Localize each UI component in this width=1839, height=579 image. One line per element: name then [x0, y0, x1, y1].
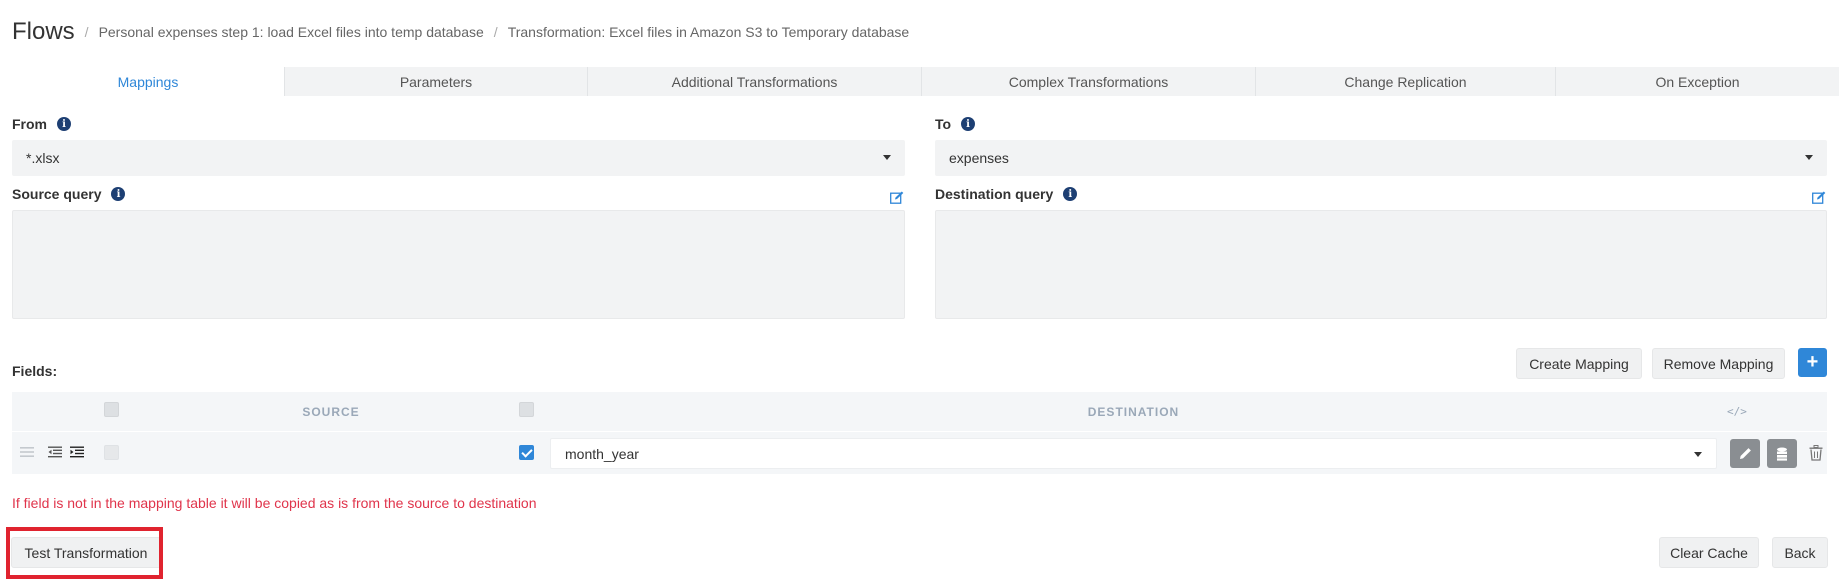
chevron-down-icon	[883, 155, 891, 160]
fields-label: Fields:	[12, 363, 58, 379]
tab-parameters[interactable]: Parameters	[284, 67, 587, 96]
destination-field-checkbox[interactable]	[519, 445, 534, 460]
destination-field-select[interactable]: month_year	[550, 438, 1717, 469]
info-icon[interactable]: i	[1063, 187, 1078, 201]
info-icon[interactable]: i	[57, 117, 71, 131]
from-label: From i	[12, 116, 71, 132]
chevron-down-icon	[1694, 452, 1702, 457]
from-select[interactable]: *.xlsx	[12, 140, 905, 176]
trash-icon[interactable]	[1809, 445, 1823, 461]
from-label-text: From	[12, 116, 47, 132]
source-query-label-text: Source query	[12, 186, 102, 202]
clear-cache-button[interactable]: Clear Cache	[1659, 537, 1759, 568]
destination-column-header: DESTINATION	[1087, 404, 1180, 419]
source-field-checkbox[interactable]	[104, 445, 119, 460]
outdent-icon[interactable]	[48, 446, 62, 458]
source-query-input[interactable]	[12, 210, 905, 319]
add-mapping-button[interactable]: +	[1798, 348, 1827, 377]
source-query-label: Source query i	[12, 186, 126, 202]
edit-icon[interactable]	[1812, 191, 1826, 204]
back-button[interactable]: Back	[1772, 537, 1828, 568]
mapping-table-header: SOURCE DESTINATION </>	[12, 392, 1827, 431]
select-all-destination-checkbox[interactable]	[519, 402, 534, 417]
breadcrumb-separator: /	[493, 24, 498, 40]
destination-query-label: Destination query i	[935, 186, 1078, 202]
info-icon[interactable]: i	[111, 187, 126, 201]
to-select[interactable]: expenses	[935, 140, 1827, 176]
pencil-icon	[1739, 448, 1751, 459]
breadcrumb-flow[interactable]: Personal expenses step 1: load Excel fil…	[99, 24, 484, 40]
tab-on-exception[interactable]: On Exception	[1555, 67, 1839, 96]
edit-icon[interactable]	[890, 191, 904, 204]
source-column-header: SOURCE	[302, 404, 360, 419]
page-header: Flows / Personal expenses step 1: load E…	[12, 14, 909, 50]
from-select-value: *.xlsx	[26, 150, 60, 166]
to-label: To i	[935, 116, 976, 132]
create-mapping-button[interactable]: Create Mapping	[1516, 348, 1642, 379]
database-icon	[1777, 447, 1787, 461]
drag-handle-icon[interactable]	[20, 446, 34, 458]
code-icon[interactable]: </>	[1727, 405, 1747, 418]
breadcrumb-transformation: Transformation: Excel files in Amazon S3…	[507, 24, 910, 40]
mapping-warning-text: If field is not in the mapping table it …	[12, 495, 537, 511]
select-all-source-checkbox[interactable]	[104, 402, 119, 417]
indent-icon[interactable]	[70, 446, 84, 458]
tab-additional-transformations[interactable]: Additional Transformations	[587, 67, 921, 96]
tab-complex-transformations[interactable]: Complex Transformations	[921, 67, 1255, 96]
tab-bar: Mappings Parameters Additional Transform…	[12, 67, 1839, 96]
breadcrumb-separator: /	[84, 24, 89, 40]
field-database-button[interactable]	[1767, 439, 1797, 468]
highlight-box	[6, 527, 163, 579]
to-select-value: expenses	[949, 150, 1009, 166]
info-icon[interactable]: i	[961, 117, 976, 131]
edit-field-button[interactable]	[1730, 439, 1760, 468]
to-label-text: To	[935, 116, 952, 132]
tab-mappings[interactable]: Mappings	[12, 67, 284, 96]
destination-field-value: month_year	[565, 445, 639, 462]
page-title: Flows	[12, 18, 75, 45]
tab-change-replication[interactable]: Change Replication	[1255, 67, 1555, 96]
table-row: month_year	[12, 432, 1827, 474]
destination-query-input[interactable]	[935, 210, 1827, 319]
remove-mapping-button[interactable]: Remove Mapping	[1652, 348, 1785, 379]
chevron-down-icon	[1805, 155, 1813, 160]
destination-query-label-text: Destination query	[935, 186, 1054, 202]
